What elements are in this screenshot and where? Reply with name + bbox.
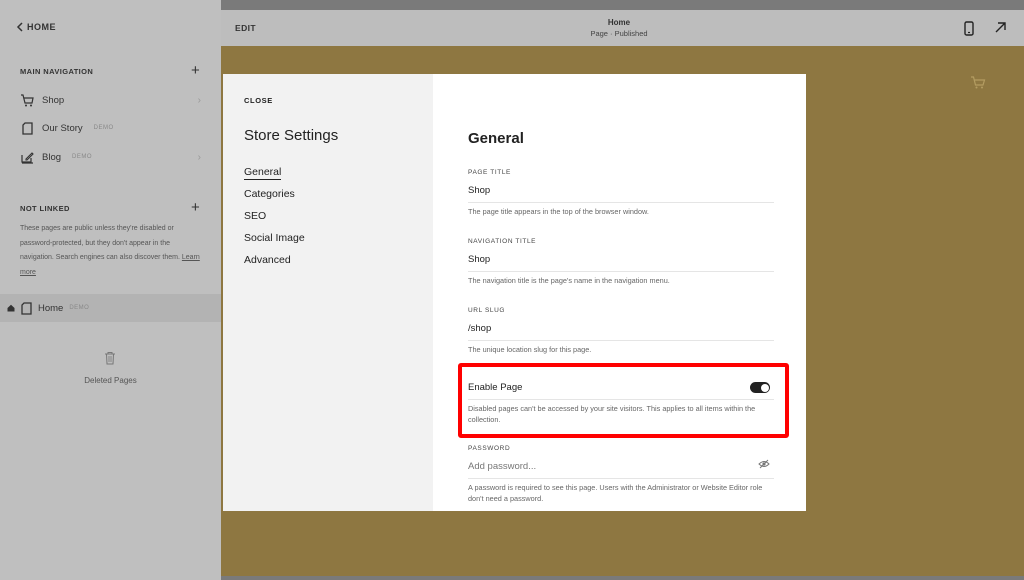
page-title-input[interactable]: Shop — [468, 185, 774, 203]
field-label: NAVIGATION TITLE — [468, 238, 537, 245]
field-help: A password is required to see this page.… — [468, 483, 763, 503]
not-linked-note: These pages are public unless they're di… — [20, 222, 200, 280]
chevron-right-icon: › — [197, 94, 201, 106]
password-field: PASSWORD Add password... A password is r… — [468, 445, 774, 504]
sidebar-item-label: Home — [38, 302, 64, 314]
sidebar-item-label: Shop — [42, 94, 65, 106]
home-back-label: HOME — [27, 22, 56, 32]
password-input[interactable]: Add password... — [468, 461, 774, 479]
settings-nav: General Categories SEO Social Image Adva… — [244, 166, 305, 276]
nav-item-advanced[interactable]: Advanced — [244, 254, 305, 276]
nav-item-label: Social Image — [244, 232, 305, 244]
navigation-title-field: NAVIGATION TITLE Shop The navigation tit… — [468, 238, 774, 286]
url-slug-input[interactable]: /shop — [468, 323, 774, 341]
nav-item-label: Advanced — [244, 254, 291, 266]
house-icon — [7, 304, 15, 312]
cart-icon — [971, 76, 986, 89]
nav-item-seo[interactable]: SEO — [244, 210, 305, 232]
store-settings-dialog: CLOSE Store Settings General Categories … — [223, 74, 806, 511]
sidebar-item-blog[interactable]: Blog DEMO › — [20, 147, 205, 167]
sidebar-item-label: Our Story — [42, 122, 83, 134]
nav-item-general[interactable]: General — [244, 166, 305, 188]
navigation-title-input[interactable]: Shop — [468, 254, 774, 272]
close-button[interactable]: CLOSE — [244, 96, 273, 105]
sidebar-item-label: Blog — [42, 151, 62, 163]
blog-icon — [20, 150, 34, 164]
sidebar-item-shop[interactable]: Shop › — [20, 90, 205, 110]
home-back-link[interactable]: HOME — [16, 22, 56, 32]
eye-slash-icon[interactable] — [758, 459, 770, 469]
not-linked-title: NOT LINKED — [20, 204, 70, 213]
settings-nav-panel: CLOSE Store Settings General Categories … — [223, 74, 433, 511]
enable-page-highlight — [458, 363, 789, 438]
chevron-left-icon — [16, 22, 23, 32]
nav-item-label: General — [244, 166, 282, 180]
nav-item-categories[interactable]: Categories — [244, 188, 305, 210]
sidebar-item-our-story[interactable]: Our Story DEMO — [20, 118, 205, 138]
demo-badge: DEMO — [69, 305, 90, 311]
field-help: The navigation title is the page's name … — [468, 276, 670, 285]
not-linked-note-text: These pages are public unless they're di… — [20, 225, 180, 261]
field-label: URL SLUG — [468, 307, 506, 314]
trash-icon[interactable] — [104, 351, 116, 365]
sidebar-item-home[interactable]: Home DEMO — [0, 294, 221, 322]
url-slug-field: URL SLUG /shop The unique location slug … — [468, 307, 774, 355]
sidebar: HOME MAIN NAVIGATION + Shop › Our Story … — [0, 0, 221, 580]
top-bar: EDIT Home Page · Published — [221, 10, 1024, 46]
section-heading: General — [468, 130, 524, 147]
demo-badge: DEMO — [72, 154, 93, 160]
field-label: PASSWORD — [468, 445, 511, 452]
dialog-title: Store Settings — [244, 127, 339, 144]
add-main-nav-button[interactable]: + — [191, 63, 200, 78]
open-external-icon[interactable] — [994, 21, 1007, 34]
page-title-field: PAGE TITLE Shop The page title appears i… — [468, 169, 774, 217]
page-icon — [21, 301, 32, 315]
nav-item-label: SEO — [244, 210, 267, 222]
nav-item-social-image[interactable]: Social Image — [244, 232, 305, 254]
field-label: PAGE TITLE — [468, 169, 511, 176]
chevron-right-icon: › — [197, 151, 201, 163]
deleted-pages-link[interactable]: Deleted Pages — [0, 376, 221, 385]
page-icon — [20, 121, 34, 135]
add-not-linked-button[interactable]: + — [191, 200, 200, 215]
demo-badge: DEMO — [93, 125, 114, 131]
mobile-preview-icon[interactable] — [964, 21, 974, 36]
field-help: The unique location slug for this page. — [468, 345, 592, 354]
field-help: The page title appears in the top of the… — [468, 207, 649, 216]
main-navigation-title: MAIN NAVIGATION — [20, 67, 94, 76]
cart-icon — [20, 93, 34, 107]
nav-item-label: Categories — [244, 188, 295, 200]
page-title: Home — [607, 18, 631, 27]
page-status: Page · Published — [590, 29, 648, 38]
settings-content: General PAGE TITLE Shop The page title a… — [433, 74, 806, 511]
